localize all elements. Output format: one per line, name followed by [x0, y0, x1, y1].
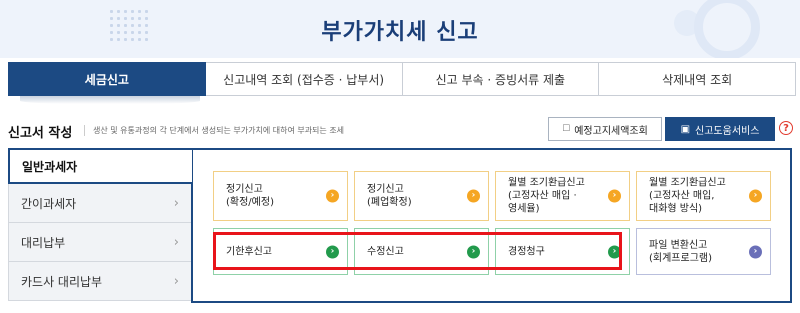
- card-title: 월별 조기환급신고: [508, 177, 585, 189]
- active-tab-shadow: [20, 96, 200, 104]
- card-subtitle: (고정자산 매입,: [649, 190, 715, 202]
- sidebar-item-label: 일반과세자: [22, 159, 78, 174]
- card-text: 파일 변환신고 (회계프로그램): [649, 239, 712, 265]
- tab-deleted-history[interactable]: 삭제내역 조회: [599, 62, 796, 96]
- tab-attachments[interactable]: 신고 부속 · 증빙서류 제출: [402, 62, 600, 96]
- file-conversion-filing-card[interactable]: 파일 변환신고 (회계프로그램) ›: [636, 228, 771, 275]
- late-filing-card[interactable]: 기한후신고 ›: [213, 228, 348, 275]
- document-icon: ☐: [562, 124, 571, 134]
- card-subtitle: 영세율): [508, 203, 540, 215]
- arrow-right-icon: ›: [749, 245, 762, 258]
- monthly-early-refund-card[interactable]: 월별 조기환급신고 (고정자산 매입 · 영세율) ›: [495, 171, 630, 221]
- help-icon[interactable]: ?: [779, 121, 793, 135]
- filing-help-service-button[interactable]: ▣ 신고도움서비스: [665, 117, 775, 141]
- card-title: 정기신고: [226, 184, 263, 195]
- sidebar-item-card-proxy-payment[interactable]: 카드사 대리납부 ›: [8, 262, 192, 301]
- page-title: 부가가치세 신고: [321, 20, 479, 45]
- chevron-right-icon: ›: [173, 234, 179, 250]
- taxpayer-type-sidebar: 일반과세자 간이과세자 › 대리납부 › 카드사 대리납부 ›: [8, 148, 192, 301]
- filing-help-service-label: 신고도움서비스: [695, 125, 760, 137]
- arrow-right-icon: ›: [467, 245, 480, 258]
- chevron-right-icon: ›: [173, 273, 179, 289]
- card-title: 정기신고: [367, 184, 404, 195]
- card-title: 수정신고: [367, 246, 404, 257]
- card-text: 월별 조기환급신고 (고정자산 매입 · 영세율): [508, 177, 585, 216]
- card-text: 정기신고 (폐업확정): [367, 183, 412, 209]
- card-subtitle: (폐업확정): [367, 197, 412, 208]
- arrow-right-icon: ›: [608, 245, 621, 258]
- card-title: 경정청구: [508, 246, 545, 257]
- sidebar-item-label: 대리납부: [21, 235, 66, 250]
- section-title: 신고서 작성: [8, 126, 73, 141]
- card-title: 기한후신고: [226, 246, 272, 257]
- card-subtitle: (회계프로그램): [649, 252, 713, 264]
- card-subtitle: (확정/예정): [226, 197, 274, 208]
- book-icon: ▣: [680, 123, 691, 135]
- arrow-right-icon: ›: [467, 189, 480, 203]
- tab-bar: 세금신고 신고내역 조회 (접수증 · 납부서) 신고 부속 · 증빙서류 제출…: [8, 62, 796, 96]
- arrow-right-icon: ›: [326, 245, 339, 258]
- card-subtitle: (고정자산 매입 ·: [508, 190, 577, 202]
- sidebar-item-label: 간이과세자: [21, 196, 77, 211]
- sidebar-item-label: 카드사 대리납부: [21, 274, 103, 289]
- arrow-right-icon: ›: [749, 189, 762, 203]
- sidebar-item-general[interactable]: 일반과세자: [8, 148, 192, 184]
- monthly-early-refund-interactive-card[interactable]: 월별 조기환급신고 (고정자산 매입, 대화형 방식) ›: [636, 171, 771, 221]
- estimate-tax-lookup-button[interactable]: ☐ 예정고지세액조회: [548, 117, 662, 141]
- sidebar-item-simplified[interactable]: 간이과세자 ›: [8, 184, 192, 223]
- estimate-tax-lookup-label: 예정고지세액조회: [574, 125, 648, 137]
- section-description: 생산 및 유통과정의 각 단계에서 생성되는 부가가치에 대하여 부과되는 조세: [84, 125, 344, 136]
- correction-claim-card[interactable]: 경정청구 ›: [495, 228, 630, 275]
- amended-filing-card[interactable]: 수정신고 ›: [354, 228, 489, 275]
- regular-filing-card[interactable]: 정기신고 (확정/예정) ›: [213, 171, 348, 221]
- arrow-right-icon: ›: [608, 189, 621, 203]
- card-title: 파일 변환신고: [649, 239, 708, 251]
- card-title: 월별 조기환급신고: [649, 177, 726, 189]
- arrow-right-icon: ›: [326, 189, 339, 203]
- regular-filing-closure-card[interactable]: 정기신고 (폐업확정) ›: [354, 171, 489, 221]
- card-text: 월별 조기환급신고 (고정자산 매입, 대화형 방식): [649, 177, 726, 216]
- card-subtitle: 대화형 방식): [649, 203, 703, 215]
- sidebar-item-proxy-payment[interactable]: 대리납부 ›: [8, 223, 192, 262]
- tab-tax-filing[interactable]: 세금신고: [8, 62, 206, 96]
- chevron-right-icon: ›: [173, 195, 179, 211]
- card-text: 정기신고 (확정/예정): [226, 183, 274, 209]
- tab-filing-history[interactable]: 신고내역 조회 (접수증 · 납부서): [205, 62, 403, 96]
